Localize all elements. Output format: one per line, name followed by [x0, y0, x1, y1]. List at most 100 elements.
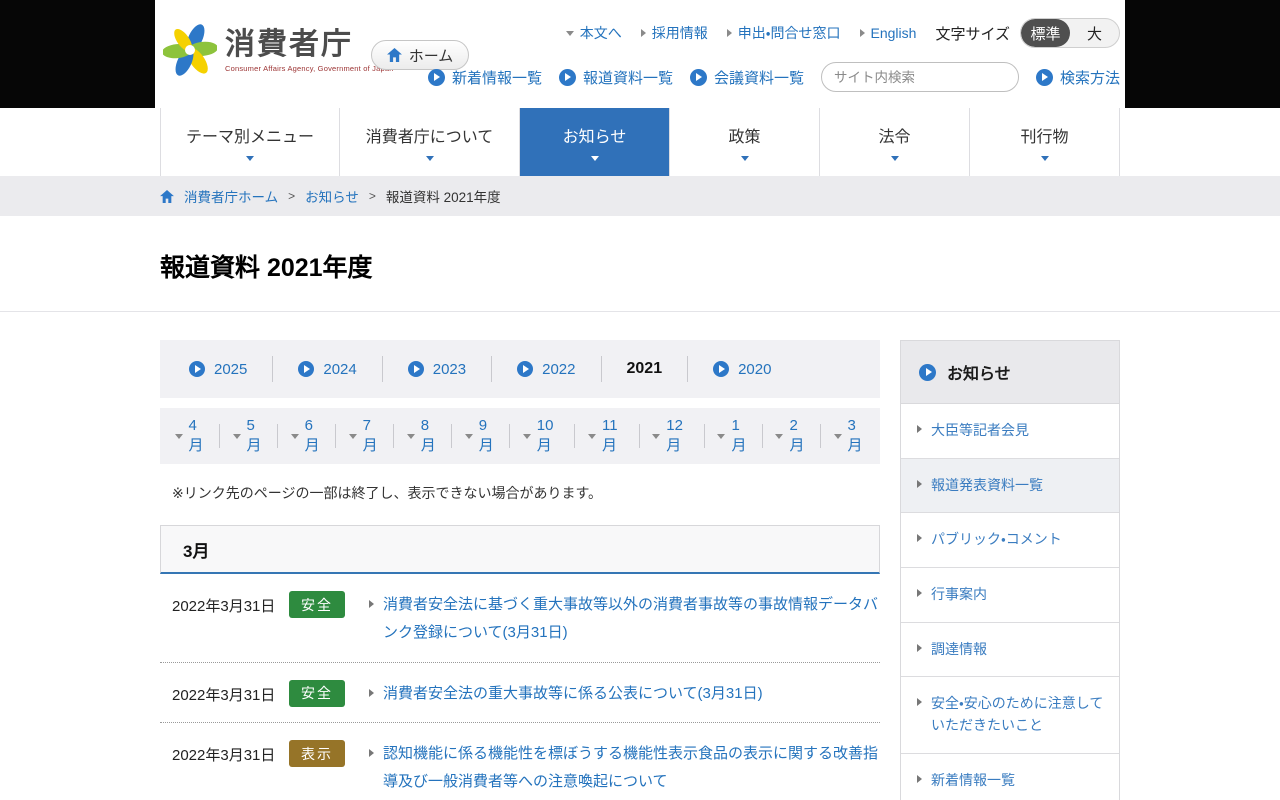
font-size-large-button[interactable]: 大 [1070, 19, 1119, 47]
year-2021-label: 2021 [626, 360, 663, 377]
english-link[interactable]: English [859, 25, 917, 41]
nav-news[interactable]: お知らせ [520, 108, 670, 176]
triangle-down-icon [587, 433, 596, 439]
breadcrumb-home-link[interactable]: 消費者庁ホーム [184, 186, 278, 206]
triangle-down-icon [348, 433, 357, 439]
triangle-down-icon [464, 433, 473, 439]
year-2024-link[interactable]: 2024 [273, 356, 383, 382]
month-3-link[interactable]: 3月 [821, 417, 878, 454]
month-1-link[interactable]: 1月 [705, 417, 763, 454]
month-12-link[interactable]: 12月 [640, 417, 705, 454]
month-5-link[interactable]: 5月 [220, 417, 279, 454]
press-materials-list-link[interactable]: 報道資料一覧 [558, 67, 673, 88]
main-nav-band: テーマ別メニュー 消費者庁について お知らせ 政策 法令 刊行物 [0, 108, 1280, 176]
sidebar-item-press-release-list[interactable]: 報道発表資料一覧 [901, 458, 1119, 514]
year-2022-link[interactable]: 2022 [492, 356, 602, 382]
search-help-link[interactable]: 検索方法 [1035, 67, 1120, 88]
triangle-down-icon [565, 30, 574, 36]
month-11-link[interactable]: 11月 [575, 417, 640, 454]
search-input[interactable] [821, 69, 1018, 85]
triangle-right-icon [369, 749, 374, 758]
sidebar-item-events[interactable]: 行事案内 [901, 568, 1119, 623]
nav-policy[interactable]: 政策 [670, 108, 820, 176]
english-label: English [870, 25, 917, 41]
year-2023-link[interactable]: 2023 [383, 356, 493, 382]
year-nav: 2025 2024 2023 2022 2021 2020 [160, 340, 880, 398]
contact-link[interactable]: 申出・問合せ窓口 [726, 23, 841, 43]
news-link[interactable]: 消費者安全法に基づく重大事故等以外の消費者事故等の事故情報データバンク登録につい… [383, 591, 880, 647]
main-nav: テーマ別メニュー 消費者庁について お知らせ 政策 法令 刊行物 [160, 108, 1120, 176]
disclaimer-note: ※リンク先のページの一部は終了し、表示できない場合があります。 [172, 485, 603, 501]
triangle-down-icon [290, 433, 299, 439]
new-info-list-label: 新着情報一覧 [451, 69, 542, 87]
nav-about-caa-label: 消費者庁について [365, 129, 494, 146]
skip-to-content-label: 本文へ [579, 25, 622, 41]
sidebar-news-menu: お知らせ 大臣等記者会見 報道発表資料一覧 パブリック・コメント 行事案内 調達… [900, 340, 1120, 800]
news-date: 2022年3月31日 [172, 598, 276, 615]
top-band: 消費者庁 Consumer Affairs Agency, Government… [0, 0, 1280, 108]
quick-links-row: 新着情報一覧 報道資料一覧 会議資料一覧 検索 検索方法 [427, 62, 1120, 92]
year-2021-current: 2021 [602, 356, 689, 382]
month-10-link[interactable]: 10月 [510, 417, 576, 454]
month-2-link[interactable]: 2月 [763, 417, 822, 454]
triangle-right-icon [726, 29, 732, 37]
nav-laws[interactable]: 法令 [820, 108, 970, 176]
breadcrumb-band: 消費者庁ホーム > お知らせ > 報道資料 2021年度 [0, 176, 1280, 216]
month-7-link[interactable]: 7月 [336, 417, 395, 454]
triangle-down-icon [717, 433, 726, 439]
new-info-list-link[interactable]: 新着情報一覧 [427, 67, 542, 88]
news-row: 2022年3月31日 表示 認知機能に係る機能性を標ぼうする機能性表示食品の表示… [160, 723, 880, 800]
nav-about-caa[interactable]: 消費者庁について [340, 108, 520, 176]
breadcrumb-separator: > [288, 189, 296, 203]
chevron-down-icon [246, 156, 254, 161]
news-link[interactable]: 消費者安全法の重大事故等に係る公表について(3月31日) [383, 680, 880, 708]
sidebar-item-press-conference[interactable]: 大臣等記者会見 [901, 404, 1119, 459]
year-2024-label: 2024 [323, 360, 357, 378]
home-icon [386, 48, 402, 62]
month-4-link[interactable]: 4月 [162, 417, 221, 454]
skip-to-content-link[interactable]: 本文へ [565, 23, 622, 43]
sidebar-item-new-info-list[interactable]: 新着情報一覧 [901, 753, 1119, 800]
chevron-down-icon [890, 156, 899, 161]
triangle-down-icon [652, 433, 661, 439]
breadcrumb-news-link[interactable]: お知らせ [305, 186, 359, 206]
font-size-standard-button[interactable]: 標準 [1021, 19, 1070, 47]
font-size-toggle: 標準 大 [1020, 18, 1120, 48]
year-2020-link[interactable]: 2020 [688, 356, 796, 382]
brand-text: 消費者庁 Consumer Affairs Agency, Government… [225, 28, 394, 73]
category-badge: 安全 [289, 591, 345, 618]
triangle-right-icon [917, 589, 922, 598]
triangle-right-icon [917, 698, 922, 707]
agency-name: 消費者庁 [225, 27, 353, 61]
triangle-right-icon [369, 688, 374, 697]
circle-play-icon [1035, 68, 1053, 86]
news-link[interactable]: 認知機能に係る機能性を標ぼうする機能性表示食品の表示に関する改善指導及び一般消費… [383, 740, 880, 796]
triangle-down-icon [522, 433, 531, 439]
triangle-right-icon [859, 29, 865, 37]
nav-publications[interactable]: 刊行物 [970, 108, 1120, 176]
month-8-link[interactable]: 8月 [394, 417, 453, 454]
month-6-link[interactable]: 6月 [278, 417, 337, 454]
meeting-materials-list-label: 会議資料一覧 [713, 69, 804, 87]
sidebar-item-procurement[interactable]: 調達情報 [901, 622, 1119, 678]
nav-theme-menu[interactable]: テーマ別メニュー [160, 108, 340, 176]
circle-play-icon [189, 361, 205, 377]
year-2025-link[interactable]: 2025 [164, 356, 274, 382]
sidebar-item-public-comment[interactable]: パブリック・コメント [901, 513, 1119, 569]
caa-pinwheel-logo [163, 24, 217, 76]
meeting-materials-list-link[interactable]: 会議資料一覧 [689, 67, 804, 88]
sidebar-item-safety-caution[interactable]: 安全・安心のために注意していただきたいこと [901, 677, 1119, 754]
triangle-right-icon [917, 534, 922, 543]
month-9-link[interactable]: 9月 [452, 417, 511, 454]
nav-theme-menu-label: テーマ別メニュー [185, 129, 314, 146]
recruit-link[interactable]: 採用情報 [640, 23, 708, 43]
category-badge: 表示 [289, 740, 345, 768]
brand[interactable]: 消費者庁 Consumer Affairs Agency, Government… [163, 22, 394, 78]
sidebar-heading-label: お知らせ [947, 366, 1011, 383]
year-2025-label: 2025 [214, 360, 248, 378]
triangle-right-icon [917, 774, 922, 783]
chevron-down-icon [590, 156, 599, 161]
news-row: 2022年3月31日 安全 消費者安全法の重大事故等に係る公表について(3月31… [160, 663, 880, 724]
nav-policy-label: 政策 [728, 129, 761, 146]
year-2022-label: 2022 [542, 360, 576, 378]
